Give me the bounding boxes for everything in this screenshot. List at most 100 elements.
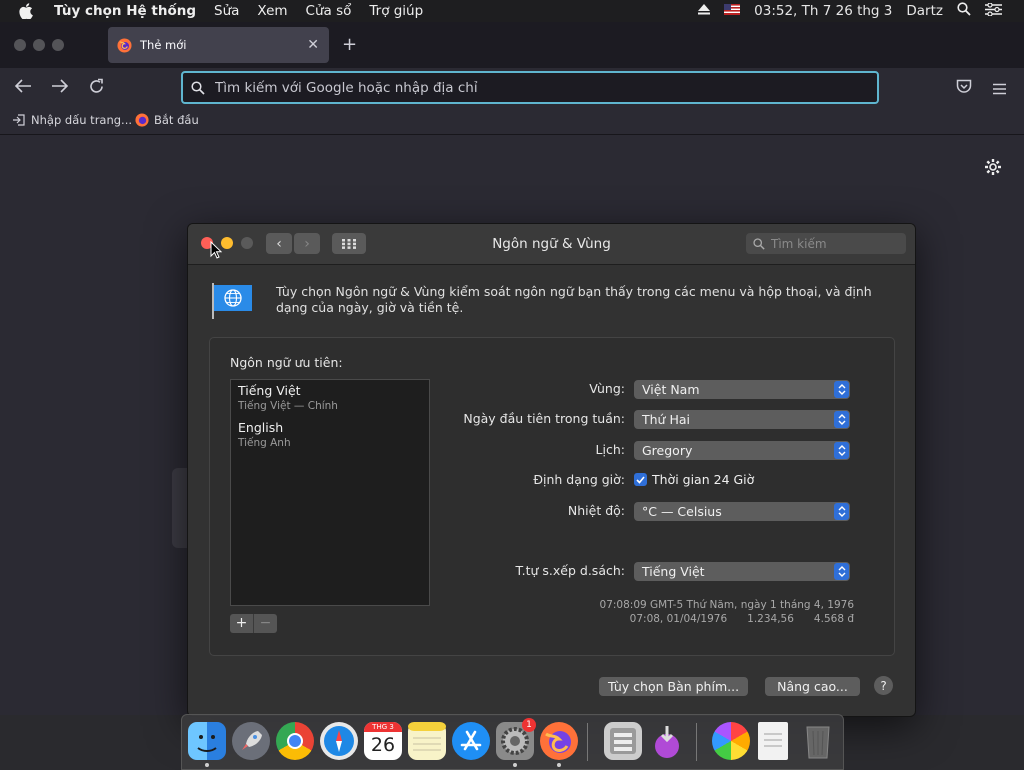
browser-close-button[interactable] bbox=[14, 39, 26, 51]
archive-utility-icon[interactable] bbox=[604, 722, 642, 760]
preferred-languages-label: Ngôn ngữ ưu tiên: bbox=[230, 355, 343, 370]
new-tab-settings-gear-icon[interactable] bbox=[984, 158, 1002, 180]
format-sample-line-2: 07:08, 01/04/1976 1.234,56 4.568 đ bbox=[629, 613, 854, 625]
bookmark-getting-started[interactable]: Bắt đầu bbox=[135, 113, 199, 127]
firefox-icon bbox=[117, 37, 132, 53]
hidden-tile bbox=[172, 468, 187, 548]
firefox-icon[interactable] bbox=[540, 722, 578, 760]
menubar-clock[interactable]: 03:52, Th 7 26 thg 3 bbox=[754, 3, 892, 19]
list-sort-popup[interactable]: Tiếng Việt bbox=[634, 562, 850, 581]
language-name: Tiếng Việt bbox=[238, 383, 301, 398]
prefs-search-field[interactable] bbox=[746, 233, 906, 254]
menu-bar: Tùy chọn Hệ thống Sửa Xem Cửa sổ Trợ giú… bbox=[0, 0, 1024, 22]
help-button[interactable]: ? bbox=[874, 676, 893, 695]
checkmark-icon bbox=[634, 473, 647, 486]
new-tab-plus-icon[interactable]: + bbox=[342, 34, 357, 55]
forward-arrow-icon[interactable] bbox=[51, 78, 69, 98]
apple-menu-icon[interactable] bbox=[18, 3, 36, 19]
region-popup[interactable]: Việt Nam bbox=[634, 380, 850, 399]
notes-icon[interactable] bbox=[408, 722, 446, 760]
browser-minimize-button[interactable] bbox=[33, 39, 45, 51]
24-hour-label: Thời gian 24 Giờ bbox=[652, 472, 755, 487]
temperature-popup[interactable]: °C — Celsius bbox=[634, 502, 850, 521]
trash-icon[interactable] bbox=[799, 722, 837, 760]
language-flag-icon bbox=[210, 281, 254, 325]
temperature-value: °C — Celsius bbox=[642, 504, 722, 519]
app-store-icon[interactable] bbox=[452, 722, 490, 760]
menu-app-name[interactable]: Tùy chọn Hệ thống bbox=[54, 3, 196, 19]
running-indicator bbox=[513, 763, 517, 767]
first-day-value: Thứ Hai bbox=[642, 412, 690, 427]
browser-zoom-button[interactable] bbox=[52, 39, 64, 51]
menubar-user[interactable]: Dartz bbox=[906, 3, 943, 19]
tab-new-tab[interactable]: Thẻ mới ✕ bbox=[108, 27, 329, 63]
bookmark-import[interactable]: Nhập dấu trang... bbox=[12, 113, 132, 127]
bookmark-import-label: Nhập dấu trang... bbox=[31, 113, 133, 127]
remove-language-button[interactable]: − bbox=[253, 614, 277, 633]
dock: THG 3 26 1 bbox=[181, 714, 844, 770]
pocket-icon[interactable] bbox=[956, 79, 972, 98]
us-flag-icon[interactable] bbox=[724, 3, 741, 19]
first-day-popup[interactable]: Thứ Hai bbox=[634, 410, 850, 429]
pane-description: Tùy chọn Ngôn ngữ & Vùng kiểm soát ngôn … bbox=[276, 284, 872, 315]
import-icon bbox=[13, 114, 25, 126]
calendar-day: 26 bbox=[370, 734, 396, 756]
keyboard-preferences-button[interactable]: Tùy chọn Bàn phím... bbox=[599, 677, 748, 696]
tab-close-icon[interactable]: ✕ bbox=[307, 37, 319, 53]
list-sort-label: T.tự s.xếp d.sách: bbox=[515, 563, 626, 578]
search-icon bbox=[753, 237, 765, 250]
calendar-label: Lịch: bbox=[595, 442, 625, 457]
menu-help[interactable]: Trợ giúp bbox=[369, 3, 423, 19]
language-name: English bbox=[238, 420, 284, 435]
format-sample-line-1: 07:08:09 GMT-5 Thứ Năm, ngày 1 tháng 4, … bbox=[599, 599, 854, 611]
language-region-window: ‹ › Ngôn ngữ & Vùng Tùy chọn Ngôn ngữ & … bbox=[187, 223, 916, 717]
downloads-stack-icon[interactable] bbox=[648, 722, 686, 760]
24-hour-checkbox[interactable]: Thời gian 24 Giờ bbox=[634, 472, 754, 487]
up-down-chevron-icon bbox=[834, 503, 849, 520]
firefox-icon bbox=[135, 113, 149, 127]
add-language-button[interactable]: + bbox=[230, 614, 253, 633]
calendar-icon[interactable]: THG 3 26 bbox=[364, 722, 402, 760]
finder-icon[interactable] bbox=[188, 722, 226, 760]
menu-edit[interactable]: Sửa bbox=[214, 3, 239, 19]
safari-compass-icon[interactable] bbox=[320, 722, 358, 760]
launchpad-rocket-icon[interactable] bbox=[232, 722, 270, 760]
mouse-cursor-icon bbox=[210, 240, 223, 263]
advanced-button[interactable]: Nâng cao... bbox=[765, 677, 860, 696]
url-bar[interactable] bbox=[181, 71, 879, 104]
menu-window[interactable]: Cửa sổ bbox=[306, 3, 352, 19]
bookmark-getting-started-label: Bắt đầu bbox=[154, 113, 199, 127]
preferred-languages-list[interactable]: Tiếng Việt Tiếng Việt — Chính English Ti… bbox=[230, 379, 430, 606]
up-down-chevron-icon bbox=[834, 411, 849, 428]
region-value: Việt Nam bbox=[642, 382, 700, 397]
list-item[interactable]: Tiếng Việt Tiếng Việt — Chính bbox=[238, 383, 338, 412]
url-input[interactable] bbox=[213, 78, 877, 97]
app-menu-icon[interactable] bbox=[992, 80, 1007, 99]
temperature-label: Nhiệt độ: bbox=[567, 503, 625, 518]
dock-separator bbox=[587, 723, 588, 761]
up-down-chevron-icon bbox=[834, 381, 849, 398]
notification-badge: 1 bbox=[522, 718, 536, 732]
spotlight-search-icon[interactable] bbox=[957, 2, 971, 20]
running-indicator bbox=[205, 763, 209, 767]
language-subtitle: Tiếng Việt — Chính bbox=[238, 400, 338, 412]
up-down-chevron-icon bbox=[834, 442, 849, 459]
dock-separator bbox=[696, 723, 697, 761]
back-arrow-icon[interactable] bbox=[14, 78, 32, 98]
control-center-icon[interactable] bbox=[985, 1, 1002, 20]
reload-icon[interactable] bbox=[88, 78, 105, 99]
running-indicator bbox=[557, 763, 561, 767]
time-format-label: Định dạng giờ: bbox=[533, 472, 625, 487]
calendar-month: THG 3 bbox=[364, 722, 402, 732]
list-item[interactable]: English Tiếng Anh bbox=[238, 420, 291, 449]
settings-panel: Ngôn ngữ ưu tiên: Tiếng Việt Tiếng Việt … bbox=[209, 337, 895, 656]
list-sort-value: Tiếng Việt bbox=[642, 564, 705, 579]
tab-title: Thẻ mới bbox=[140, 38, 187, 52]
eject-icon[interactable] bbox=[698, 3, 711, 19]
menu-view[interactable]: Xem bbox=[257, 3, 287, 19]
calendar-popup[interactable]: Gregory bbox=[634, 441, 850, 460]
document-icon[interactable] bbox=[758, 722, 788, 760]
photos-icon[interactable] bbox=[712, 722, 750, 760]
chrome-icon[interactable] bbox=[276, 722, 314, 760]
prefs-search-input[interactable] bbox=[769, 235, 893, 252]
